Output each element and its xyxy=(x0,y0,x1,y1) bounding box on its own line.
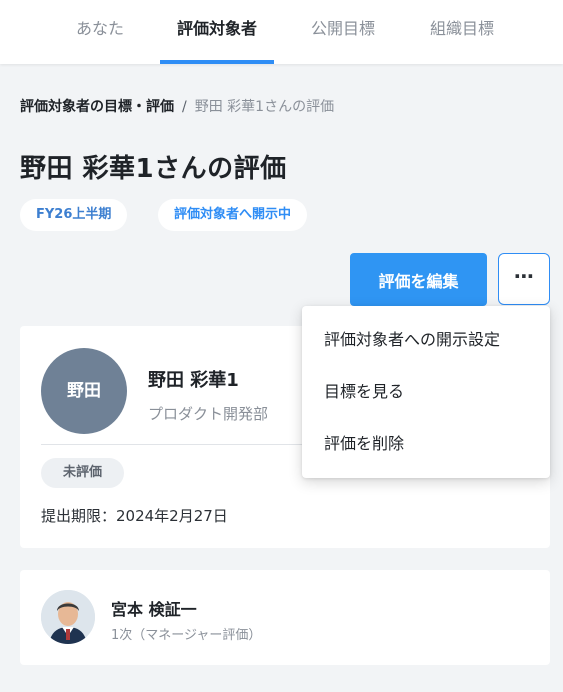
tab-org-goals[interactable]: 組織目標 xyxy=(410,0,514,64)
more-options-menu: 評価対象者への開示設定 目標を見る 評価を削除 xyxy=(302,306,550,478)
menu-item-delete-evaluation[interactable]: 評価を削除 xyxy=(302,418,550,470)
more-options-button[interactable]: ⋯ xyxy=(498,253,550,305)
menu-item-view-goals[interactable]: 目標を見る xyxy=(302,366,550,418)
reviewer-name: 宮本 検証一 xyxy=(111,600,197,619)
disclosure-status-chip: 評価対象者へ開示中 xyxy=(158,199,308,231)
page-title: 野田 彩華1さんの評価 xyxy=(20,154,287,184)
tab-evaluatees[interactable]: 評価対象者 xyxy=(160,0,274,64)
reviewer-role: 1次（マネージャー評価） xyxy=(111,628,262,643)
reviewer-portrait-icon xyxy=(41,590,95,644)
tab-you[interactable]: あなた xyxy=(48,0,152,64)
evaluatee-department: プロダクト開発部 xyxy=(148,405,269,423)
period-chip: FY26上半期 xyxy=(20,199,128,231)
breadcrumb-separator: / xyxy=(182,99,187,115)
tab-bar: あなた 評価対象者 公開目標 組織目標 xyxy=(0,0,563,64)
menu-item-disclosure-settings[interactable]: 評価対象者への開示設定 xyxy=(302,314,550,366)
breadcrumb: 評価対象者の目標・評価 / 野田 彩華1さんの評価 xyxy=(20,96,334,116)
reviewer-card[interactable]: 宮本 検証一 1次（マネージャー評価） xyxy=(20,570,550,665)
tab-public-goals[interactable]: 公開目標 xyxy=(290,0,396,64)
evaluatee-name: 野田 彩華1 xyxy=(148,370,239,391)
evaluation-status-badge: 未評価 xyxy=(41,458,125,488)
breadcrumb-parent-link[interactable]: 評価対象者の目標・評価 xyxy=(20,99,174,115)
submission-deadline: 提出期限：2024年2月27日 xyxy=(41,507,228,525)
reviewer-photo xyxy=(41,590,95,644)
active-tab-indicator xyxy=(160,60,274,64)
more-options-icon: ⋯ xyxy=(514,264,534,288)
edit-evaluation-button[interactable]: 評価を編集 xyxy=(350,253,487,306)
breadcrumb-current: 野田 彩華1さんの評価 xyxy=(194,99,335,115)
avatar: 野田 xyxy=(41,348,127,434)
